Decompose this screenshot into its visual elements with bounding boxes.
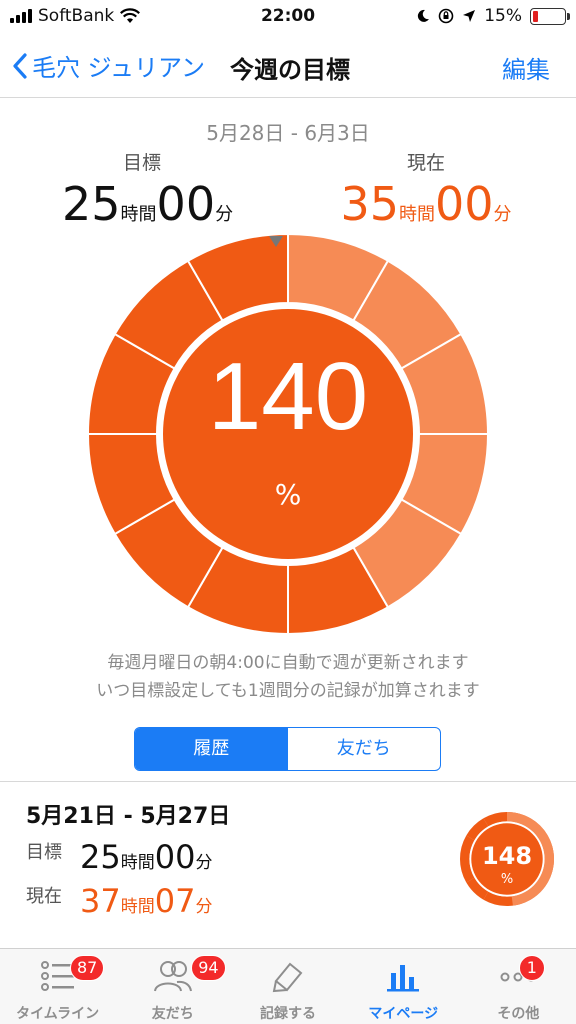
battery-percent: 15% bbox=[484, 6, 522, 26]
progress-center: 140 % bbox=[163, 312, 413, 562]
history-progress-center: 148 % bbox=[460, 812, 554, 906]
edit-button[interactable]: 編集 bbox=[502, 50, 550, 85]
current-value: 35時間00分 bbox=[336, 177, 516, 231]
record-icon bbox=[272, 962, 303, 993]
timeline-badge: 87 bbox=[70, 955, 105, 981]
current-label: 現在 bbox=[406, 152, 445, 174]
tab-timeline[interactable]: 87 タイムライン bbox=[0, 949, 115, 1024]
segmented-control: 履歴 友だち bbox=[134, 727, 441, 771]
history-row[interactable]: 5月21日 - 5月27日 目標 25時間00分 現在 37時間07分 148 … bbox=[0, 782, 576, 942]
tab-more-label: その他 bbox=[497, 1006, 540, 1022]
tab-bar: 87 タイムライン 94 友だち 記録する マイページ 1 その他 bbox=[0, 948, 576, 1024]
history-current-hours: 37 bbox=[80, 882, 121, 920]
tab-mypage-label: マイページ bbox=[368, 1006, 439, 1022]
tab-history[interactable]: 履歴 bbox=[135, 728, 288, 770]
goal-minutes: 00 bbox=[156, 177, 216, 231]
moon-icon bbox=[418, 9, 430, 22]
history-percent-unit: % bbox=[500, 872, 514, 887]
tab-mypage[interactable]: マイページ bbox=[346, 949, 461, 1024]
navigation-bar: 毛穴 ジュリアン 今週の目標 編集 bbox=[0, 36, 576, 98]
page-title: 今週の目標 bbox=[230, 56, 350, 84]
back-label: 毛穴 ジュリアン bbox=[32, 54, 205, 82]
goal-hours-unit: 時間 bbox=[120, 204, 157, 225]
mypage-chart-icon bbox=[387, 965, 420, 992]
history-goal-hours-unit: 時間 bbox=[120, 853, 155, 873]
chevron-left-icon bbox=[13, 52, 27, 79]
tab-more[interactable]: 1 その他 bbox=[461, 949, 576, 1024]
location-arrow-icon bbox=[463, 10, 476, 22]
back-button[interactable]: 毛穴 ジュリアン bbox=[12, 48, 205, 83]
history-current-minutes: 07 bbox=[154, 882, 196, 920]
history-current-minutes-unit: 分 bbox=[195, 897, 213, 917]
history-current-value: 37時間07分 bbox=[80, 882, 212, 920]
tab-friends-nav-label: 友だち bbox=[151, 1006, 194, 1022]
goal-minutes-unit: 分 bbox=[215, 204, 234, 225]
tab-timeline-label: タイムライン bbox=[16, 1006, 100, 1022]
tab-record-label: 記録する bbox=[260, 1006, 316, 1022]
history-goal-value: 25時間00分 bbox=[80, 838, 212, 876]
goal-hours: 25 bbox=[62, 177, 121, 231]
note-line-1: 毎週月曜日の朝4:00に自動で週が更新されます bbox=[107, 653, 469, 673]
goal-stat: 目標 25時間00分 bbox=[62, 148, 233, 231]
current-hours-unit: 時間 bbox=[399, 204, 435, 225]
friends-badge: 94 bbox=[191, 955, 226, 981]
friends-icon bbox=[153, 961, 192, 992]
current-hours: 35 bbox=[340, 177, 399, 231]
current-minutes: 00 bbox=[435, 177, 494, 231]
history-goal-minutes-unit: 分 bbox=[195, 853, 213, 873]
history-goal-minutes: 00 bbox=[154, 838, 196, 876]
more-badge: 1 bbox=[518, 955, 545, 981]
history-goal-label: 目標 bbox=[26, 842, 62, 863]
history-period: 5月21日 - 5月27日 bbox=[26, 804, 231, 829]
battery-icon bbox=[530, 7, 570, 25]
history-percent: 148 bbox=[481, 842, 533, 870]
tab-record[interactable]: 記録する bbox=[230, 949, 345, 1024]
progress-percent-unit: % bbox=[274, 478, 302, 511]
status-icons: 15% bbox=[416, 6, 570, 26]
tab-friends[interactable]: 友だち bbox=[288, 728, 441, 770]
goal-label: 目標 bbox=[122, 152, 161, 174]
tab-friends-nav[interactable]: 94 友だち bbox=[115, 949, 230, 1024]
history-current-hours-unit: 時間 bbox=[120, 897, 155, 917]
rotation-lock-icon bbox=[438, 8, 454, 24]
history-current-label: 現在 bbox=[26, 886, 62, 907]
history-goal-hours: 25 bbox=[80, 838, 121, 876]
goal-value: 25時間00分 bbox=[62, 177, 233, 231]
current-stat: 現在 35時間00分 bbox=[336, 148, 516, 231]
current-minutes-unit: 分 bbox=[493, 204, 512, 225]
note-line-2: いつ目標設定しても1週間分の記録が加算されます bbox=[96, 681, 480, 701]
week-period: 5月28日 - 6月3日 bbox=[206, 121, 370, 145]
status-bar: SoftBank 22:00 15% bbox=[0, 0, 576, 36]
progress-percent: 140 bbox=[207, 343, 369, 450]
